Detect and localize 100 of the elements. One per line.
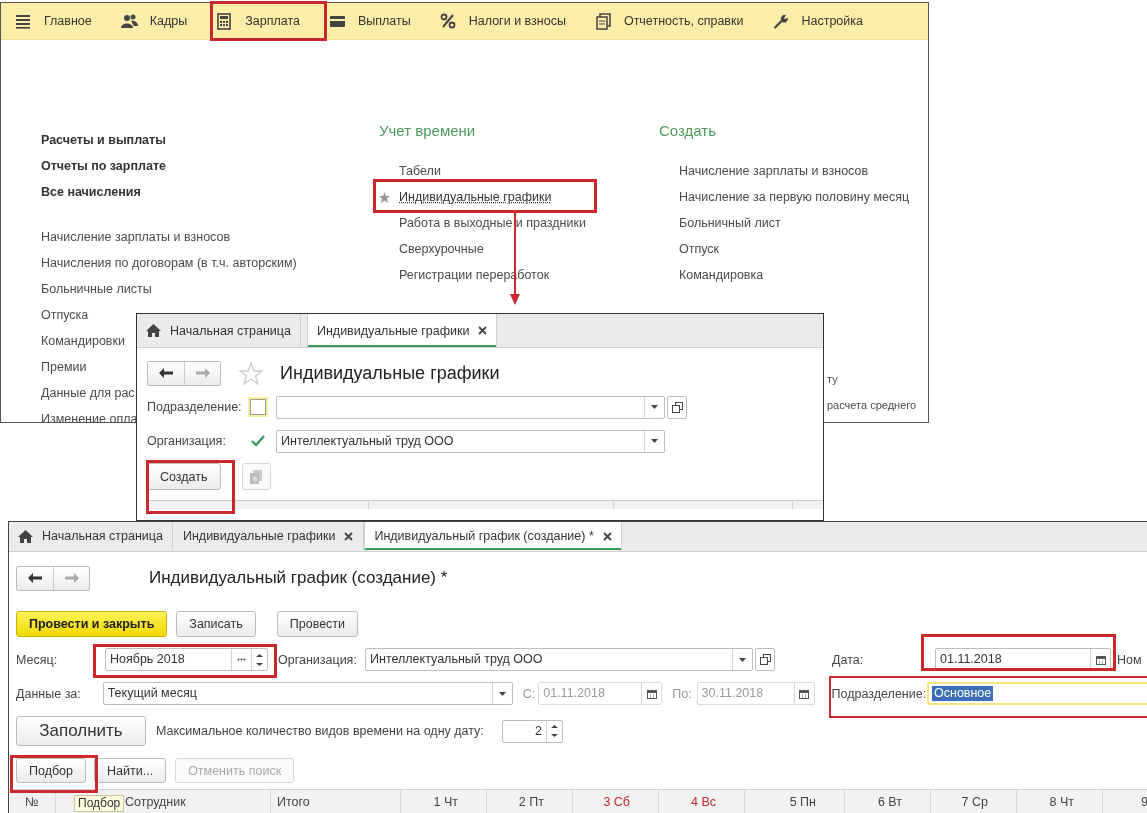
calculator-icon [216,12,234,30]
documents-icon [594,12,612,30]
home-icon [18,529,33,543]
open-button[interactable] [667,395,687,419]
nav-link[interactable]: Командировка [679,268,764,282]
tab[interactable]: Индивидуальные графики [306,314,498,347]
section-link[interactable]: Расчеты и выплаты [41,133,166,147]
section-link[interactable]: Главное [44,14,92,28]
field-label: С: [522,686,537,701]
form-title: Индивидуальные графики [280,362,500,384]
filter-field[interactable] [276,395,665,419]
section-link[interactable]: Налоги и взносы [468,14,566,28]
field-label: Ном [1117,652,1142,667]
field-label: Месяц: [16,652,59,667]
ellipsis-icon [237,658,246,661]
caret-icon [739,657,746,662]
percent-icon [439,12,457,30]
section-link[interactable]: Все начисления [41,185,141,199]
nav-link[interactable]: Начисление за первую половину месяц [679,190,910,204]
nav-link[interactable]: Табели [399,164,441,178]
calendar-icon [1095,654,1106,665]
section-link[interactable]: Настройка [801,14,863,28]
nav-link[interactable]: ту [827,372,838,386]
nav-link[interactable]: Отпуск [679,242,720,256]
table-command-button[interactable]: Подбор [16,758,87,783]
open-button[interactable] [755,648,775,671]
column-header[interactable]: 1 Чт [401,790,487,813]
column-header[interactable]: № [9,790,56,813]
nav-link[interactable]: Данные для рас [41,386,135,400]
nav-link[interactable]: Начисление зарплаты и взносов [41,230,231,244]
column-header[interactable]: Итого [271,790,401,813]
period-field[interactable]: Текущий месяц [102,682,513,705]
column-header[interactable]: 7 Ср [931,790,1017,813]
field-label: Дата: [832,652,865,667]
column-header[interactable]: 6 Вт [845,790,931,813]
checkbox[interactable] [250,433,266,449]
section-link[interactable]: Отчетность, справки [623,14,744,28]
field-label: Организация: [147,434,227,448]
command-button[interactable]: Записать [176,611,256,637]
tab[interactable]: Начальная страница [137,314,301,347]
max-types-field[interactable]: 2 [502,719,563,743]
checkmark-icon [251,435,265,447]
caret-icon [651,439,658,443]
department-field[interactable]: Основное [927,682,1147,705]
field-label: Подразделение: [831,686,927,701]
copy-icon [249,469,263,484]
back-arrow-icon [28,573,42,583]
close-icon [478,326,488,335]
field-label: Данные за: [16,686,82,701]
close-icon [602,531,612,541]
nav-link[interactable]: Начисление зарплаты и взносов [679,164,869,178]
tab[interactable]: Начальная страница [9,522,173,550]
nav-link[interactable]: Сверхурочные [399,242,484,256]
open-form-icon [759,654,771,665]
section-link[interactable]: Отчеты по зарплате [41,159,166,173]
tooltip: Подбор [74,795,125,812]
filter-field[interactable]: Интеллектуальный труд ООО [276,429,665,453]
form-title: Индивидуальный график (создание) * [149,568,448,588]
column-header[interactable]: 3 Сб [573,790,659,813]
create-button[interactable]: Создать [147,463,221,490]
field-label: Максимальное количество видов времени на одну дату: [156,724,485,738]
menu-icon [15,12,32,30]
group-title: Учет времени [379,122,477,141]
section-link[interactable]: Выплаты [357,14,411,28]
nav-link[interactable]: Отпуска [41,308,89,322]
spin-arrows-icon [256,652,263,667]
nav-link[interactable]: Больничные листы [41,282,152,296]
column-header[interactable]: 2 Пт [487,790,573,813]
forward-arrow-icon [195,368,210,378]
checkbox[interactable] [250,399,266,415]
nav-link[interactable]: Командировки [41,334,125,348]
open-form-icon [671,401,683,413]
fill-button[interactable]: Заполнить [16,716,146,746]
column-header[interactable]: 4 Вс [659,790,745,813]
table-command-button[interactable]: Найти... [94,758,167,783]
nav-link[interactable]: Работа в выходные и праздники [399,216,586,230]
forward-arrow-icon [64,573,79,583]
wrench-icon [772,12,790,30]
group-title: Создать [659,122,717,141]
field-label: Организация: [278,652,358,667]
home-icon [146,324,161,337]
nav-link[interactable]: Больничный лист [679,216,781,230]
spin-arrows-icon [551,724,558,738]
nav-link[interactable]: расчета среднего [827,398,917,412]
nav-link[interactable]: Индивидуальные графики [399,190,552,204]
tab[interactable]: Индивидуальный график (создание) * [364,522,622,550]
column-header[interactable]: 8 Чт [1017,790,1103,813]
section-link[interactable]: Зарплата [245,14,300,28]
nav-link[interactable]: Премии [41,360,87,374]
organization-field[interactable]: Интеллектуальный труд ООО [365,648,753,671]
column-header[interactable]: 5 Пн [745,790,845,813]
section-link[interactable]: Кадры [149,14,188,28]
star-outline-icon [239,361,263,385]
calendar-icon [799,688,810,699]
column-header[interactable]: 9 [1103,790,1147,813]
month-field[interactable]: Ноябрь 2018 [105,648,268,671]
command-button[interactable]: Провести и закрыть [16,611,168,637]
caret-icon [498,691,506,696]
nav-link[interactable]: Начисления по договорам (в т.ч. авторским) [41,256,297,270]
command-button[interactable]: Провести [276,611,359,637]
